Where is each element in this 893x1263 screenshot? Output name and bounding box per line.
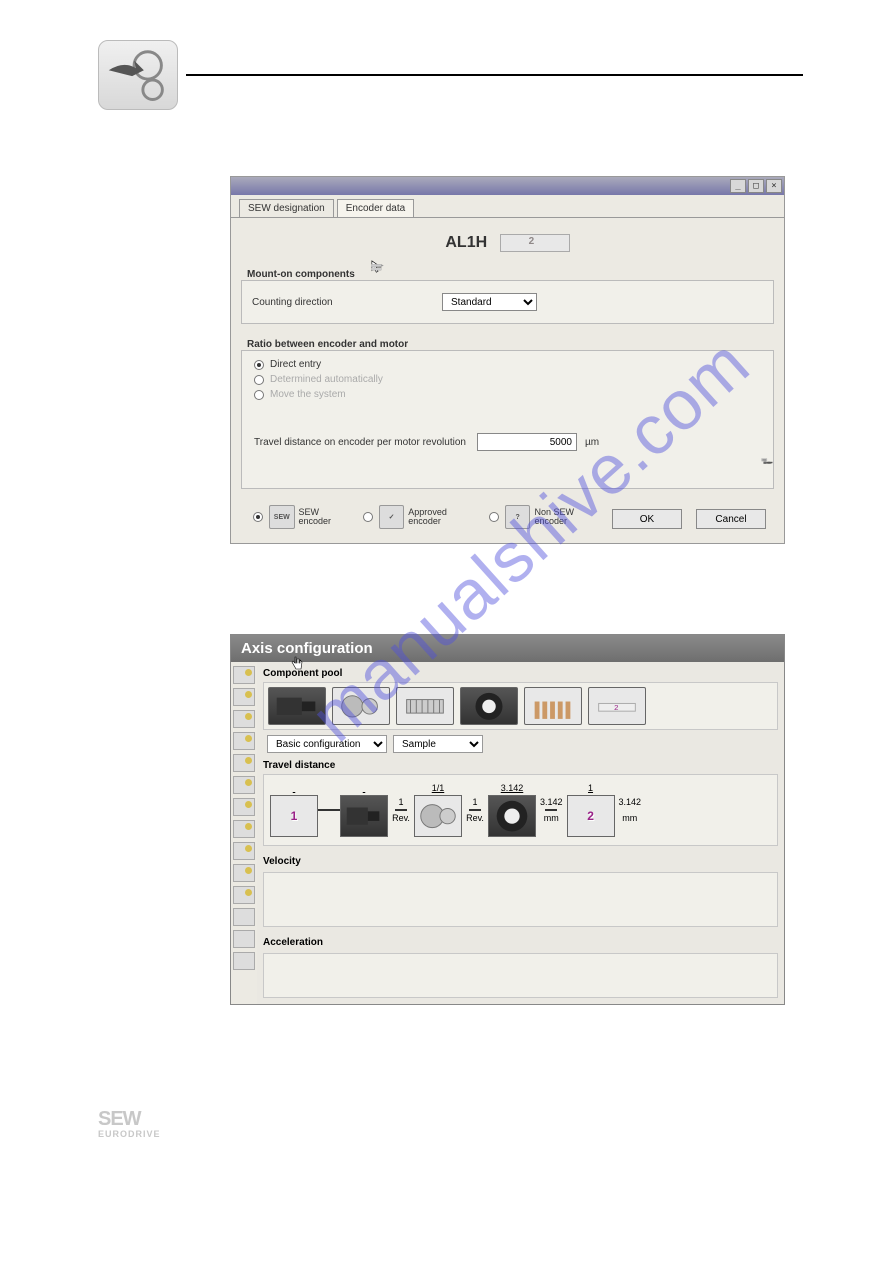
sidebar-btn-9[interactable] (233, 842, 255, 860)
drum-out-value: 3.142 (540, 797, 563, 807)
travel-distance-section-label: Travel distance (263, 758, 778, 774)
pool-scale-icon[interactable]: 2 (588, 687, 646, 725)
axis-config-panel: Axis configuration Component (230, 634, 785, 1005)
approved-encoder-icon: ✓ (379, 505, 405, 529)
motor-out-unit: Rev. (392, 813, 410, 823)
hand-cursor-icon (289, 655, 305, 671)
travel-distance-chain: 1 1 Rev. 1/1 (263, 774, 778, 846)
radio-auto: Determined automatically (242, 372, 773, 387)
travel-distance-input[interactable] (477, 433, 577, 451)
maximize-button[interactable]: □ (748, 179, 764, 193)
basic-config-select[interactable]: Basic configuration (267, 735, 387, 753)
group-ratio: Direct entry Determined automatically Mo… (241, 350, 774, 489)
drum-out-unit: mm (542, 813, 560, 823)
radio-nonsew-encoder[interactable] (485, 512, 503, 522)
gear-out-value: 1 (466, 797, 484, 807)
direction-icon (708, 287, 763, 317)
pool-motor-icon[interactable] (268, 687, 326, 725)
footer-logo: SEW EURODRIVE (90, 1005, 803, 1142)
group-mount-label: Mount-on components (241, 266, 774, 280)
travel-unit: µm (585, 437, 599, 448)
gear-ratio-label: 1/1 (432, 783, 445, 793)
pool-bottles-icon[interactable] (524, 687, 582, 725)
nonsew-encoder-label: Non SEW encoder (534, 508, 602, 526)
svg-text:2: 2 (614, 703, 618, 712)
radio-direct-label: Direct entry (270, 359, 321, 370)
radio-sew-encoder[interactable] (249, 512, 267, 522)
sew-encoder-icon: SEW (269, 505, 295, 529)
axis-title-text: Axis configuration (241, 640, 373, 657)
chain-motor-block[interactable] (340, 795, 388, 837)
travel-distance-label: Travel distance on encoder per motor rev… (254, 437, 469, 448)
sidebar-btn-7[interactable] (233, 798, 255, 816)
sidebar-btn-2[interactable] (233, 688, 255, 706)
axis-title: Axis configuration (231, 635, 784, 662)
radio-direct-entry[interactable]: Direct entry (242, 357, 773, 372)
nonsew-encoder-icon: ? (505, 505, 531, 529)
tab-sew-designation[interactable]: SEW designation (239, 199, 334, 217)
dialog-title: AL1H (241, 226, 774, 266)
scale-top-value: 1 (588, 783, 593, 793)
final-unit: mm (621, 813, 639, 823)
counting-direction-label: Counting direction (252, 297, 432, 308)
component-pool: 2 (263, 682, 778, 730)
sidebar-btn-6[interactable] (233, 776, 255, 794)
page-header (90, 40, 803, 110)
ok-button[interactable]: OK (612, 509, 682, 529)
pool-drum-icon[interactable] (460, 687, 518, 725)
cancel-button[interactable]: Cancel (696, 509, 766, 529)
minimize-button[interactable]: _ (730, 179, 746, 193)
dialog-tabs: SEW designation Encoder data (231, 195, 784, 218)
radio-move-label: Move the system (270, 389, 346, 400)
sidebar-btn-5[interactable] (233, 754, 255, 772)
window-titlebar: _ □ × (231, 177, 784, 195)
sidebar-btn-1[interactable] (233, 666, 255, 684)
close-button[interactable]: × (766, 179, 782, 193)
header-params-icon (98, 40, 178, 110)
counting-direction-select[interactable]: Standard (442, 293, 537, 311)
velocity-section-label: Velocity (263, 854, 778, 870)
encoder-dialog: _ □ × SEW designation Encoder data AL1H … (230, 176, 785, 544)
pool-coupling-icon[interactable] (396, 687, 454, 725)
group-ratio-label: Ratio between encoder and motor (241, 336, 774, 350)
final-value: 3.142 (619, 797, 642, 807)
tab-encoder-data[interactable]: Encoder data (337, 199, 415, 217)
sidebar-btn-12[interactable] (233, 908, 255, 926)
sidebar-btn-4[interactable] (233, 732, 255, 750)
acceleration-section-label: Acceleration (263, 935, 778, 951)
approved-encoder-label: Approved encoder (408, 508, 475, 526)
encoder-model: AL1H (445, 234, 487, 251)
sidebar-btn-10[interactable] (233, 864, 255, 882)
sidebar-btn-3[interactable] (233, 710, 255, 728)
sidebar-btn-8[interactable] (233, 820, 255, 838)
sew-encoder-label: SEW encoder (299, 508, 349, 526)
encoder-type-row: SEW SEW encoder ✓ Approved encoder ? Non… (241, 501, 774, 537)
sidebar-btn-14[interactable] (233, 952, 255, 970)
chain-gear-block[interactable] (414, 795, 462, 837)
component-pool-label: Component pool (263, 666, 778, 682)
encoder-chip-icon (500, 234, 570, 252)
drum-top-value: 3.142 (501, 783, 524, 793)
radio-approved-encoder[interactable] (359, 512, 377, 522)
pool-gear-icon[interactable] (332, 687, 390, 725)
velocity-box (263, 872, 778, 927)
radio-move: Move the system (242, 387, 773, 402)
axis-sidebar (231, 662, 257, 1004)
sidebar-btn-13[interactable] (233, 930, 255, 948)
group-mount: Counting direction Standard (241, 280, 774, 324)
logo-sew: SEW (98, 1108, 142, 1130)
sample-select[interactable]: Sample (393, 735, 483, 753)
encoder-motor-diagram-icon (621, 412, 761, 472)
radio-auto-label: Determined automatically (270, 374, 383, 385)
logo-eurodrive: EURODRIVE (98, 1129, 161, 1139)
chain-scale-block[interactable]: 2 (567, 795, 615, 837)
chain-encoder-block[interactable]: 1 (270, 795, 318, 837)
acceleration-box (263, 953, 778, 998)
motor-out-value: 1 (392, 797, 410, 807)
sidebar-btn-11[interactable] (233, 886, 255, 904)
gear-out-unit: Rev. (466, 813, 484, 823)
chain-drum-block[interactable] (488, 795, 536, 837)
